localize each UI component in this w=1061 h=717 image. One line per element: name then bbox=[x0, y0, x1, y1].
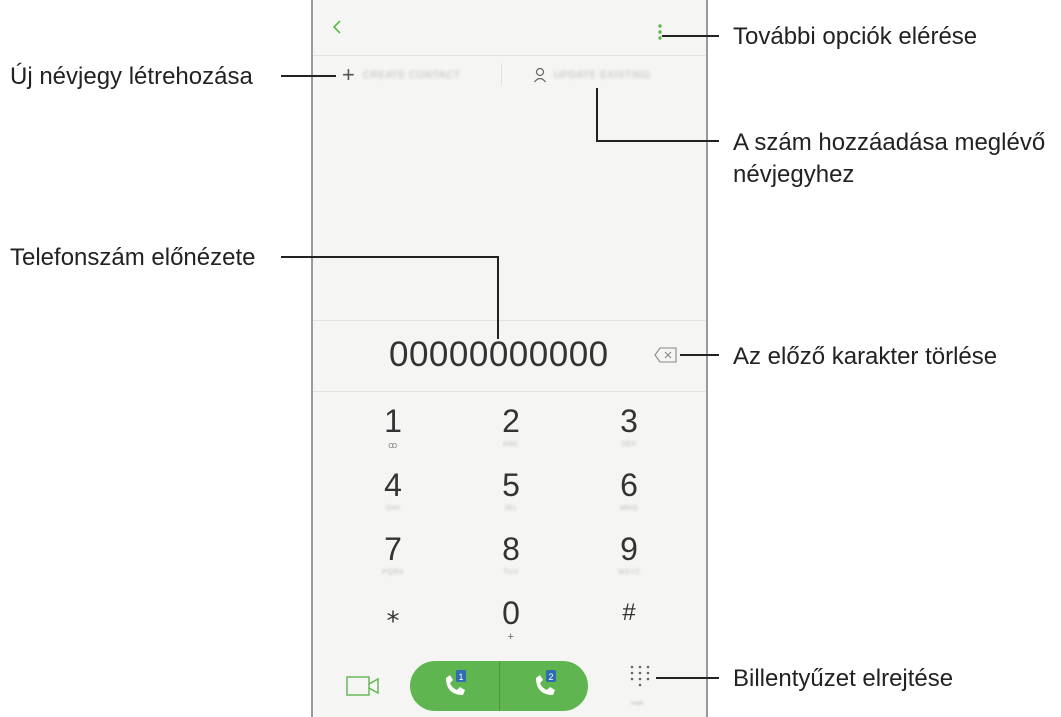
key-9[interactable]: 9 WXYZ bbox=[569, 520, 689, 580]
key-digit: # bbox=[622, 599, 636, 626]
key-letters: PQRS bbox=[382, 569, 404, 576]
action-divider bbox=[501, 63, 502, 85]
sim2-badge: 2 bbox=[548, 672, 553, 682]
contact-actions-bar: + CREATE CONTACT UPDATE EXISTING bbox=[313, 55, 706, 95]
dialpad-icon[interactable] bbox=[629, 664, 651, 690]
key-plus: + bbox=[507, 631, 515, 643]
call-buttons: 1 2 bbox=[410, 661, 588, 711]
callout-delete-char: Az előző karakter törlése bbox=[733, 343, 998, 370]
create-contact-label: CREATE CONTACT bbox=[363, 70, 461, 81]
callout-number-preview: Telefonszám előnézete bbox=[10, 244, 256, 271]
key-star[interactable]: ⁎ bbox=[333, 584, 453, 644]
key-7[interactable]: 7 PQRS bbox=[333, 520, 453, 580]
key-1[interactable]: 1 ꝏ bbox=[333, 392, 453, 452]
call-sim2-button[interactable]: 2 bbox=[499, 661, 588, 711]
video-call-icon[interactable] bbox=[346, 676, 380, 696]
callout-add-existing-line2: névjegyhez bbox=[733, 161, 855, 188]
callout-new-contact: Új névjegy létrehozása bbox=[10, 63, 253, 90]
chevron-left-icon[interactable] bbox=[327, 17, 347, 37]
key-5[interactable]: 5 JKL bbox=[451, 456, 571, 516]
leader-line-new-contact bbox=[281, 75, 336, 77]
key-digit: 6 bbox=[620, 467, 638, 503]
key-hash[interactable]: # bbox=[569, 584, 689, 644]
key-4[interactable]: 4 GHI bbox=[333, 456, 453, 516]
leader-line-number-preview-h bbox=[281, 256, 499, 258]
leader-line-more-options bbox=[662, 35, 719, 37]
phone-call-icon: 2 bbox=[536, 670, 556, 695]
key-letters: MNO bbox=[620, 505, 638, 512]
leader-line-hide-keypad bbox=[656, 677, 719, 679]
key-digit: 7 bbox=[384, 531, 402, 567]
phone-call-icon: 1 bbox=[446, 670, 466, 695]
key-6[interactable]: 6 MNO bbox=[569, 456, 689, 516]
backspace-icon[interactable] bbox=[654, 347, 678, 363]
call-actions-bar: 1 2 Hide bbox=[313, 644, 706, 717]
key-digit: 8 bbox=[502, 531, 520, 567]
update-existing-label: UPDATE EXISTING bbox=[554, 70, 651, 81]
key-8[interactable]: 8 TUV bbox=[451, 520, 571, 580]
key-letters bbox=[333, 632, 453, 642]
number-display-bar: 00000000000 bbox=[313, 320, 706, 392]
person-icon bbox=[534, 67, 546, 83]
key-letters bbox=[569, 632, 689, 642]
contact-preview-area bbox=[313, 95, 706, 320]
key-0[interactable]: 0 + bbox=[451, 584, 571, 644]
key-digit: ⁎ bbox=[386, 598, 400, 628]
key-digit: 9 bbox=[620, 531, 638, 567]
plus-icon: + bbox=[342, 62, 355, 87]
key-digit: 0 bbox=[502, 595, 520, 631]
key-digit: 3 bbox=[620, 403, 638, 439]
key-digit: 4 bbox=[384, 467, 402, 503]
leader-line-delete-char bbox=[680, 354, 719, 356]
key-letters: DEF bbox=[621, 441, 637, 448]
leader-line-add-existing-h bbox=[596, 140, 719, 142]
callout-add-existing-line1: A szám hozzáadása meglévő bbox=[733, 129, 1046, 156]
key-3[interactable]: 3 DEF bbox=[569, 392, 689, 452]
callout-more-options: További opciók elérése bbox=[733, 23, 978, 50]
voicemail-icon: ꝏ bbox=[388, 440, 398, 450]
key-digit: 2 bbox=[502, 403, 520, 439]
dial-keypad: 1 ꝏ 2 ABC 3 DEF 4 GHI 5 JKL 6 MNO 7 PQRS… bbox=[313, 392, 706, 644]
key-letters: WXYZ bbox=[617, 569, 641, 576]
key-letters: ABC bbox=[503, 441, 519, 448]
call-sim1-button[interactable]: 1 bbox=[410, 661, 499, 711]
sim1-badge: 1 bbox=[458, 672, 463, 682]
key-letters: TUV bbox=[503, 569, 519, 576]
top-bar bbox=[313, 0, 706, 56]
key-digit: 1 bbox=[384, 403, 402, 439]
key-2[interactable]: 2 ABC bbox=[451, 392, 571, 452]
callout-hide-keypad: Billentyűzet elrejtése bbox=[733, 665, 954, 692]
hide-keypad-label: Hide bbox=[631, 701, 644, 707]
key-letters: JKL bbox=[504, 505, 518, 512]
key-digit: 5 bbox=[502, 467, 520, 503]
more-vertical-icon[interactable] bbox=[653, 22, 667, 46]
leader-line-add-existing-v bbox=[596, 88, 598, 141]
key-letters: GHI bbox=[386, 505, 400, 512]
phone-dialer-screen: + CREATE CONTACT UPDATE EXISTING 0000000… bbox=[311, 0, 708, 717]
leader-line-number-preview-v bbox=[497, 256, 499, 339]
phone-number-display[interactable]: 00000000000 bbox=[389, 335, 609, 375]
